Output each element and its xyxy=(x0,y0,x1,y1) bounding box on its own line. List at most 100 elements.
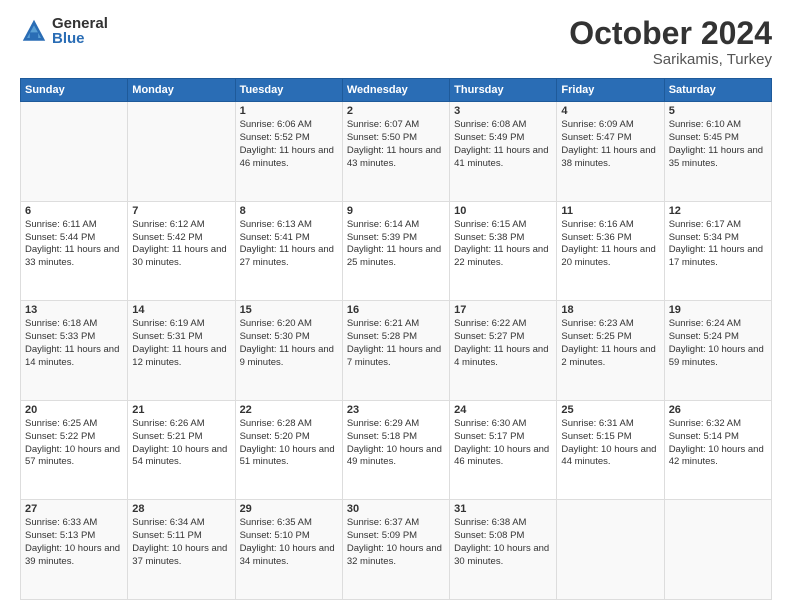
title-location: Sarikamis, Turkey xyxy=(569,51,772,68)
table-row: 30 Sunrise: 6:37 AMSunset: 5:09 PMDaylig… xyxy=(342,500,449,600)
table-row: 16 Sunrise: 6:21 AMSunset: 5:28 PMDaylig… xyxy=(342,301,449,401)
table-row: 13 Sunrise: 6:18 AMSunset: 5:33 PMDaylig… xyxy=(21,301,128,401)
day-number: 28 xyxy=(132,503,230,515)
table-row: 21 Sunrise: 6:26 AMSunset: 5:21 PMDaylig… xyxy=(128,400,235,500)
table-row xyxy=(21,102,128,202)
day-number: 21 xyxy=(132,404,230,416)
day-number: 6 xyxy=(25,205,123,217)
calendar-table: Sunday Monday Tuesday Wednesday Thursday… xyxy=(20,78,772,600)
table-row: 22 Sunrise: 6:28 AMSunset: 5:20 PMDaylig… xyxy=(235,400,342,500)
day-number: 9 xyxy=(347,205,445,217)
day-info: Sunrise: 6:24 AMSunset: 5:24 PMDaylight:… xyxy=(669,318,764,367)
day-number: 18 xyxy=(561,304,659,316)
day-number: 4 xyxy=(561,105,659,117)
table-row: 26 Sunrise: 6:32 AMSunset: 5:14 PMDaylig… xyxy=(664,400,771,500)
day-number: 26 xyxy=(669,404,767,416)
table-row xyxy=(664,500,771,600)
day-info: Sunrise: 6:20 AMSunset: 5:30 PMDaylight:… xyxy=(240,318,334,367)
table-row: 4 Sunrise: 6:09 AMSunset: 5:47 PMDayligh… xyxy=(557,102,664,202)
table-row: 3 Sunrise: 6:08 AMSunset: 5:49 PMDayligh… xyxy=(450,102,557,202)
day-info: Sunrise: 6:26 AMSunset: 5:21 PMDaylight:… xyxy=(132,418,227,467)
day-info: Sunrise: 6:15 AMSunset: 5:38 PMDaylight:… xyxy=(454,219,548,268)
table-row: 11 Sunrise: 6:16 AMSunset: 5:36 PMDaylig… xyxy=(557,201,664,301)
table-row: 27 Sunrise: 6:33 AMSunset: 5:13 PMDaylig… xyxy=(21,500,128,600)
logo-blue-text: Blue xyxy=(52,31,108,46)
day-info: Sunrise: 6:33 AMSunset: 5:13 PMDaylight:… xyxy=(25,517,120,566)
calendar-week-row: 20 Sunrise: 6:25 AMSunset: 5:22 PMDaylig… xyxy=(21,400,772,500)
day-info: Sunrise: 6:09 AMSunset: 5:47 PMDaylight:… xyxy=(561,119,655,168)
day-number: 27 xyxy=(25,503,123,515)
header: General Blue October 2024 Sarikamis, Tur… xyxy=(20,16,772,68)
day-number: 12 xyxy=(669,205,767,217)
day-number: 7 xyxy=(132,205,230,217)
day-info: Sunrise: 6:22 AMSunset: 5:27 PMDaylight:… xyxy=(454,318,548,367)
day-number: 24 xyxy=(454,404,552,416)
day-info: Sunrise: 6:37 AMSunset: 5:09 PMDaylight:… xyxy=(347,517,442,566)
day-number: 23 xyxy=(347,404,445,416)
day-number: 31 xyxy=(454,503,552,515)
table-row: 5 Sunrise: 6:10 AMSunset: 5:45 PMDayligh… xyxy=(664,102,771,202)
day-info: Sunrise: 6:34 AMSunset: 5:11 PMDaylight:… xyxy=(132,517,227,566)
day-info: Sunrise: 6:14 AMSunset: 5:39 PMDaylight:… xyxy=(347,219,441,268)
day-number: 17 xyxy=(454,304,552,316)
calendar-week-row: 1 Sunrise: 6:06 AMSunset: 5:52 PMDayligh… xyxy=(21,102,772,202)
table-row xyxy=(557,500,664,600)
logo-icon xyxy=(20,17,48,45)
day-info: Sunrise: 6:07 AMSunset: 5:50 PMDaylight:… xyxy=(347,119,441,168)
day-number: 10 xyxy=(454,205,552,217)
table-row: 8 Sunrise: 6:13 AMSunset: 5:41 PMDayligh… xyxy=(235,201,342,301)
table-row: 14 Sunrise: 6:19 AMSunset: 5:31 PMDaylig… xyxy=(128,301,235,401)
table-row: 12 Sunrise: 6:17 AMSunset: 5:34 PMDaylig… xyxy=(664,201,771,301)
calendar-week-row: 6 Sunrise: 6:11 AMSunset: 5:44 PMDayligh… xyxy=(21,201,772,301)
day-info: Sunrise: 6:32 AMSunset: 5:14 PMDaylight:… xyxy=(669,418,764,467)
logo: General Blue xyxy=(20,16,108,46)
day-number: 14 xyxy=(132,304,230,316)
day-number: 30 xyxy=(347,503,445,515)
table-row: 29 Sunrise: 6:35 AMSunset: 5:10 PMDaylig… xyxy=(235,500,342,600)
day-number: 1 xyxy=(240,105,338,117)
title-month: October 2024 xyxy=(569,16,772,51)
table-row: 24 Sunrise: 6:30 AMSunset: 5:17 PMDaylig… xyxy=(450,400,557,500)
day-number: 13 xyxy=(25,304,123,316)
table-row: 9 Sunrise: 6:14 AMSunset: 5:39 PMDayligh… xyxy=(342,201,449,301)
day-number: 16 xyxy=(347,304,445,316)
table-row: 25 Sunrise: 6:31 AMSunset: 5:15 PMDaylig… xyxy=(557,400,664,500)
col-sunday: Sunday xyxy=(21,79,128,102)
col-monday: Monday xyxy=(128,79,235,102)
day-info: Sunrise: 6:12 AMSunset: 5:42 PMDaylight:… xyxy=(132,219,226,268)
day-number: 25 xyxy=(561,404,659,416)
calendar-week-row: 27 Sunrise: 6:33 AMSunset: 5:13 PMDaylig… xyxy=(21,500,772,600)
page: General Blue October 2024 Sarikamis, Tur… xyxy=(0,0,792,612)
table-row: 17 Sunrise: 6:22 AMSunset: 5:27 PMDaylig… xyxy=(450,301,557,401)
table-row: 1 Sunrise: 6:06 AMSunset: 5:52 PMDayligh… xyxy=(235,102,342,202)
day-number: 29 xyxy=(240,503,338,515)
table-row: 28 Sunrise: 6:34 AMSunset: 5:11 PMDaylig… xyxy=(128,500,235,600)
col-wednesday: Wednesday xyxy=(342,79,449,102)
day-number: 5 xyxy=(669,105,767,117)
day-number: 8 xyxy=(240,205,338,217)
col-friday: Friday xyxy=(557,79,664,102)
day-info: Sunrise: 6:10 AMSunset: 5:45 PMDaylight:… xyxy=(669,119,763,168)
day-info: Sunrise: 6:35 AMSunset: 5:10 PMDaylight:… xyxy=(240,517,335,566)
table-row: 23 Sunrise: 6:29 AMSunset: 5:18 PMDaylig… xyxy=(342,400,449,500)
day-info: Sunrise: 6:06 AMSunset: 5:52 PMDaylight:… xyxy=(240,119,334,168)
table-row: 2 Sunrise: 6:07 AMSunset: 5:50 PMDayligh… xyxy=(342,102,449,202)
day-info: Sunrise: 6:13 AMSunset: 5:41 PMDaylight:… xyxy=(240,219,334,268)
table-row: 31 Sunrise: 6:38 AMSunset: 5:08 PMDaylig… xyxy=(450,500,557,600)
col-tuesday: Tuesday xyxy=(235,79,342,102)
day-info: Sunrise: 6:30 AMSunset: 5:17 PMDaylight:… xyxy=(454,418,549,467)
day-info: Sunrise: 6:19 AMSunset: 5:31 PMDaylight:… xyxy=(132,318,226,367)
day-number: 20 xyxy=(25,404,123,416)
table-row: 10 Sunrise: 6:15 AMSunset: 5:38 PMDaylig… xyxy=(450,201,557,301)
col-saturday: Saturday xyxy=(664,79,771,102)
logo-text: General Blue xyxy=(52,16,108,46)
day-info: Sunrise: 6:08 AMSunset: 5:49 PMDaylight:… xyxy=(454,119,548,168)
day-info: Sunrise: 6:18 AMSunset: 5:33 PMDaylight:… xyxy=(25,318,119,367)
logo-general-text: General xyxy=(52,16,108,31)
day-number: 15 xyxy=(240,304,338,316)
day-number: 3 xyxy=(454,105,552,117)
col-thursday: Thursday xyxy=(450,79,557,102)
day-info: Sunrise: 6:31 AMSunset: 5:15 PMDaylight:… xyxy=(561,418,656,467)
day-info: Sunrise: 6:16 AMSunset: 5:36 PMDaylight:… xyxy=(561,219,655,268)
table-row xyxy=(128,102,235,202)
